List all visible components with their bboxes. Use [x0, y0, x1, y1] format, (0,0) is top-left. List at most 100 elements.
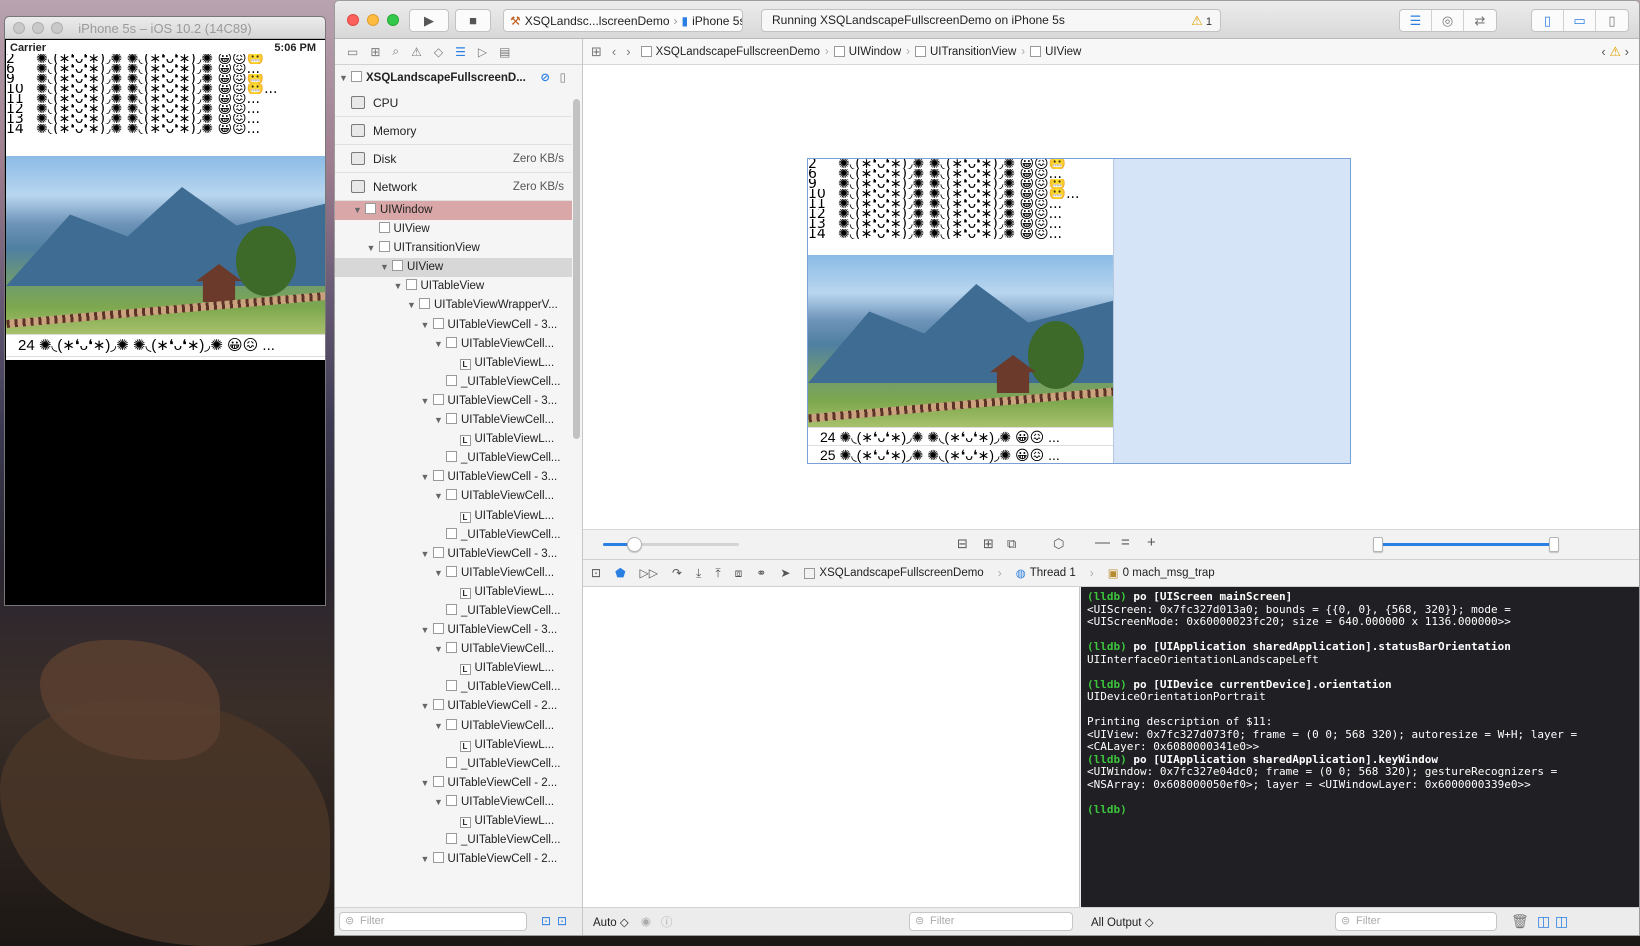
clipped-content-icon[interactable]: ⊟ [957, 536, 968, 552]
zoom-button[interactable] [387, 14, 399, 26]
view-hierarchy-node[interactable]: ▼ UITableViewCell... [335, 564, 572, 583]
warning-icon[interactable]: ⚠ [1609, 44, 1621, 59]
view-hierarchy-node[interactable]: ▼ UITableViewCell - 2... [335, 850, 572, 869]
jump-bar[interactable]: ⊞ ‹ › XSQLandscapeFullscreenDemo › UIWindo… [583, 39, 1639, 65]
jump-bar-crumb[interactable]: UITransitionView [914, 46, 1016, 58]
view-hierarchy-tree[interactable]: ▼ UIWindow UIView ▼ UITransitionView ▼ UIView ▼… [335, 201, 572, 869]
table-row[interactable]: 24 ✺◟(∗❛ᴗ❛∗)◞✺ ✺◟(∗❛ᴗ❛∗)◞✺ 😀😖 ... [6, 334, 325, 356]
breakpoints-toggle-icon[interactable]: ⬟ [615, 566, 625, 580]
issue-icon[interactable]: ⚠ [411, 45, 422, 59]
previous-issue-icon[interactable]: ‹ [1601, 44, 1605, 59]
disclosure-icon[interactable]: ▼ [421, 468, 433, 487]
table-row[interactable]: 9 ✺◟(∗❛ᴗ❛∗)◞✺ ✺◟(∗❛ᴗ❛∗)◞✺ 😀😖😬 [6, 74, 325, 84]
view-hierarchy-node[interactable]: L UITableViewL... [335, 736, 572, 755]
disclosure-icon[interactable]: ▼ [434, 640, 446, 659]
breakpoint-icon[interactable]: ▷ [478, 45, 487, 59]
disclosure-icon[interactable]: ▼ [367, 239, 379, 258]
view-debugger-editor[interactable]: ⊞ ‹ › XSQLandscapeFullscreenDemo › UIWindo… [583, 39, 1639, 559]
disclosure-icon[interactable]: ▼ [407, 296, 419, 315]
disclosure-icon[interactable]: ▼ [421, 697, 433, 716]
step-over-icon[interactable]: ↷ [672, 566, 682, 580]
table-row[interactable]: 11 ✺◟(∗❛ᴗ❛∗)◞✺ ✺◟(∗❛ᴗ❛∗)◞✺ 😀😖... [6, 94, 325, 104]
run-button[interactable]: ▶ [409, 9, 449, 32]
actual-size-icon[interactable]: = [1121, 534, 1130, 551]
disclosure-icon[interactable]: ▼ [421, 392, 433, 411]
range-slider[interactable] [1373, 537, 1559, 552]
view-hierarchy-node[interactable]: ▼ UIWindow [335, 201, 572, 221]
memory-graph-icon[interactable]: ⚭ [756, 566, 766, 580]
hide-debug-area-icon[interactable]: ⊡ [591, 566, 601, 580]
jump-bar-crumb[interactable]: UIView [1030, 46, 1081, 58]
orient-3d-icon[interactable]: ⬡ [1053, 536, 1064, 552]
disclosure-icon[interactable]: ▼ [421, 316, 433, 335]
table-row[interactable]: 13 ✺◟(∗❛ᴗ❛∗)◞✺ ✺◟(∗❛ᴗ❛∗)◞✺ 😀😖... [6, 114, 325, 124]
debug-navigator-icon[interactable]: ☰ [455, 45, 466, 59]
captured-view[interactable]: 2 ✺◟(∗❛ᴗ❛∗)◞✺ ✺◟(∗❛ᴗ❛∗)◞✺ 😀😖😬 6 ✺◟(∗❛ᴗ❛∗)◞✺… [808, 159, 1114, 463]
disclosure-icon[interactable]: ▼ [339, 67, 351, 89]
table-row[interactable]: 25 ✺◟(∗❛ᴗ❛∗)◞✺ ✺◟(∗❛ᴗ❛∗)◞✺ 😀😖 ... [6, 356, 325, 360]
view-hierarchy-node[interactable]: ▼ UIView [335, 258, 572, 278]
view-hierarchy-node[interactable]: ▼ UITableViewCell - 3... [335, 392, 572, 411]
gauge-disk[interactable]: Disk Zero KB/s [335, 145, 572, 173]
view-hierarchy-node[interactable]: ▼ UITableViewCell - 3... [335, 545, 572, 564]
view-hierarchy-node[interactable]: ▼ UITableViewWrapperV... [335, 296, 572, 315]
project-row[interactable]: ▼ XSQLandscapeFullscreenD... ⊘ ▯ [335, 67, 572, 89]
navigator-toggle-icon[interactable]: ▯ [1532, 10, 1564, 31]
table-row[interactable]: 14 ✺◟(∗❛ᴗ❛∗)◞✺ ✺◟(∗❛ᴗ❛∗)◞✺ 😀😖... [6, 124, 325, 134]
disclosure-icon[interactable]: ▼ [434, 487, 446, 506]
table-row[interactable]: 10 ✺◟(∗❛ᴗ❛∗)◞✺ ✺◟(∗❛ᴗ❛∗)◞✺ 😀😖😬... [6, 84, 325, 94]
version-editor-icon[interactable]: ⇄ [1464, 10, 1496, 31]
minimize-button[interactable] [367, 14, 379, 26]
table-row[interactable]: 12 ✺◟(∗❛ᴗ❛∗)◞✺ ✺◟(∗❛ᴗ❛∗)◞✺ 😀😖... [6, 104, 325, 114]
disclosure-icon[interactable]: ▼ [421, 774, 433, 793]
step-out-icon[interactable]: ⤒ [715, 566, 720, 581]
debug-view-hierarchy-icon[interactable]: ⧈ [735, 566, 743, 581]
disclosure-icon[interactable]: ▼ [434, 564, 446, 583]
next-issue-icon[interactable]: › [1625, 44, 1629, 59]
view-hierarchy-node[interactable]: _UITableViewCell... [335, 449, 572, 468]
simulate-location-icon[interactable]: ➤ [780, 566, 790, 580]
editor-mode-control[interactable]: ☰ ◎ ⇄ [1399, 9, 1497, 32]
console-output-select[interactable]: All Output ◇ [1091, 915, 1154, 929]
trash-icon[interactable]: 🗑 [1511, 913, 1529, 930]
variables-scope-select[interactable]: Auto ◇ [593, 915, 629, 929]
disclosure-icon[interactable]: ▼ [434, 793, 446, 812]
view-hierarchy-node[interactable]: _UITableViewCell... [335, 831, 572, 850]
search-icon[interactable]: ⌕ [392, 44, 399, 59]
gauge-memory[interactable]: Memory [335, 117, 572, 145]
spacing-slider[interactable] [603, 537, 739, 552]
debug-crumb-frame[interactable]: ▣ 0 mach_msg_trap [1108, 566, 1215, 580]
gauge-cpu[interactable]: CPU [335, 89, 572, 117]
gauge-toggle-icon[interactable]: ⊘ [540, 67, 550, 89]
simulator-window[interactable]: iPhone 5s – iOS 10.2 (14C89) 2 ✺◟(∗❛ᴗ❛∗)◞… [4, 16, 326, 606]
disclosure-icon[interactable]: ▼ [434, 717, 446, 736]
view-hierarchy-node[interactable]: _UITableViewCell... [335, 755, 572, 774]
warning-indicator[interactable]: ⚠ 1 [1191, 10, 1212, 33]
report-icon[interactable]: ▤ [499, 45, 510, 59]
view-hierarchy-node[interactable]: ▼ UITableViewCell... [335, 640, 572, 659]
view-hierarchy-node[interactable]: ▼ UITransitionView [335, 239, 572, 258]
debug-area-toggle-icon[interactable]: ▭ [1564, 10, 1596, 31]
zoom-in-icon[interactable]: + [1147, 534, 1156, 551]
variables-filter-input[interactable]: Filter [909, 912, 1073, 931]
navigator-filter-input[interactable]: Filter [339, 912, 527, 931]
view-hierarchy-node[interactable]: L UITableViewL... [335, 659, 572, 678]
related-items-icon[interactable]: ⊞ [591, 44, 602, 60]
show-constraints-icon[interactable]: ⊞ [983, 536, 994, 552]
stop-button[interactable]: ■ [455, 9, 491, 32]
view-hierarchy-node[interactable]: ▼ UITableView [335, 277, 572, 296]
filter-option-icon[interactable]: ⊡ [557, 914, 567, 928]
view-hierarchy-node[interactable]: ▼ UITableViewCell - 3... [335, 316, 572, 335]
view-hierarchy-node[interactable]: ▼ UITableViewCell... [335, 487, 572, 506]
scheme-selector[interactable]: ⚒ XSQLandsc...lscreenDemo › ▮ iPhone 5s [503, 9, 743, 32]
standard-editor-icon[interactable]: ☰ [1400, 10, 1432, 31]
disclosure-icon[interactable]: ▼ [380, 258, 392, 277]
debug-crumb-project[interactable]: XSQLandscapeFullscreenDemo [804, 567, 984, 579]
jump-bar-crumb[interactable]: XSQLandscapeFullscreenDemo [640, 46, 820, 58]
folder-icon[interactable]: ▭ [347, 45, 358, 59]
view-hierarchy-node[interactable]: _UITableViewCell... [335, 526, 572, 545]
uiwindow-frame[interactable]: 2 ✺◟(∗❛ᴗ❛∗)◞✺ ✺◟(∗❛ᴗ❛∗)◞✺ 😀😖😬 6 ✺◟(∗❛ᴗ❛∗)◞✺… [807, 158, 1351, 464]
debug-crumb-thread[interactable]: ◍ Thread 1 [1016, 566, 1076, 580]
wireframe-icon[interactable]: ⧉ [1007, 536, 1016, 552]
view-hierarchy-node[interactable]: _UITableViewCell... [335, 602, 572, 621]
